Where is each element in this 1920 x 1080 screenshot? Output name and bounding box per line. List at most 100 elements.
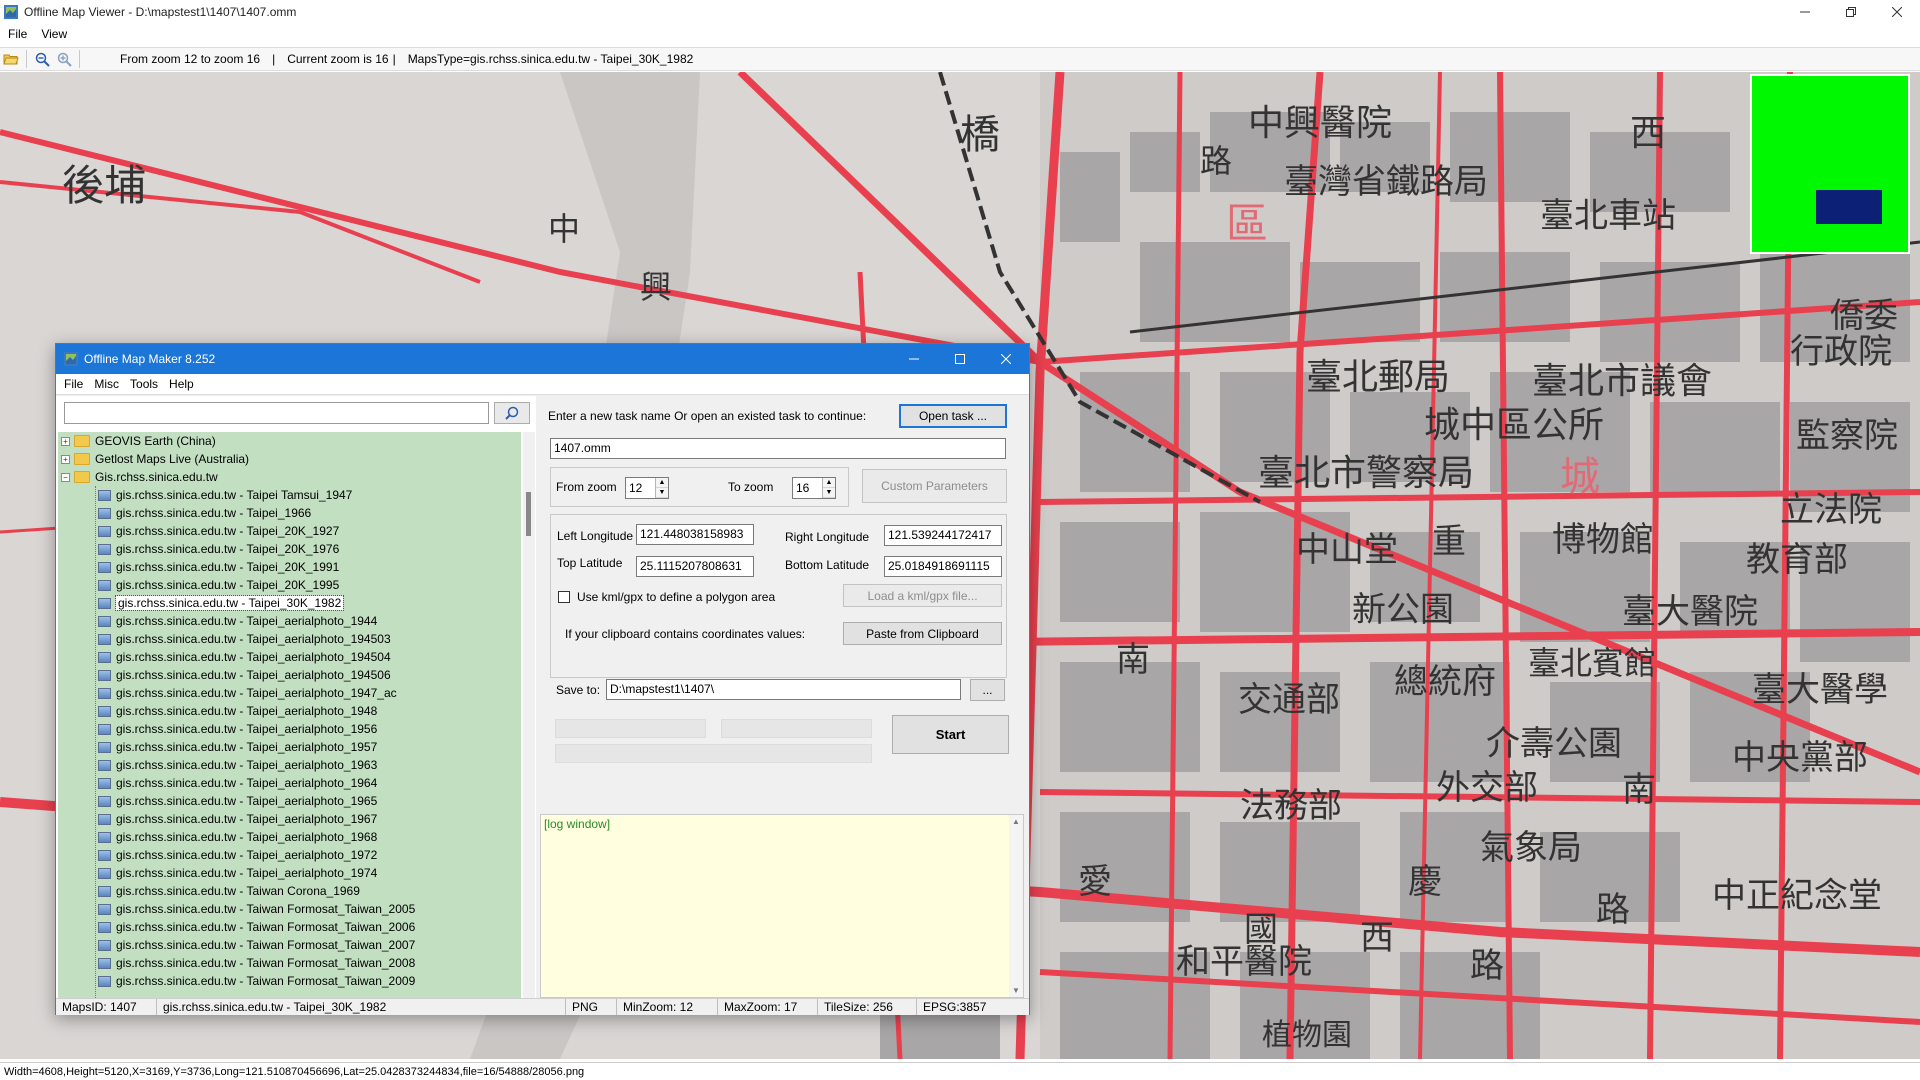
to-zoom-spinner[interactable]: 16 ▲ ▼ bbox=[792, 477, 836, 499]
map-tile-icon bbox=[98, 489, 111, 501]
tree-group-getlost[interactable]: + Getlost Maps Live (Australia) bbox=[58, 450, 521, 468]
save-path-field[interactable]: D:\mapstest1\1407\ bbox=[606, 679, 961, 700]
tree-map-item[interactable]: gis.rchss.sinica.edu.tw - Taipei_20K_192… bbox=[58, 522, 521, 540]
spinner-arrows[interactable]: ▲ ▼ bbox=[822, 478, 835, 498]
scrollbar-thumb[interactable] bbox=[526, 492, 531, 536]
chevron-down-icon[interactable]: ▼ bbox=[1012, 986, 1020, 995]
tree-map-item[interactable]: gis.rchss.sinica.edu.tw - Taipei_aerialp… bbox=[58, 810, 521, 828]
spinner-arrows[interactable]: ▲ ▼ bbox=[655, 478, 668, 498]
open-folder-button[interactable] bbox=[0, 49, 22, 69]
restore-button[interactable] bbox=[1828, 0, 1874, 24]
menu-file[interactable]: File bbox=[8, 27, 27, 41]
map-label: 臺北郵局 bbox=[1306, 357, 1451, 398]
tree-map-item[interactable]: gis.rchss.sinica.edu.tw - Taipei_aerialp… bbox=[58, 612, 521, 630]
zoom-out-icon bbox=[35, 52, 50, 67]
tree-map-item[interactable]: gis.rchss.sinica.edu.tw - Taiwan Formosa… bbox=[58, 918, 521, 936]
tree-map-item[interactable]: gis.rchss.sinica.edu.tw - Taiwan Formosa… bbox=[58, 936, 521, 954]
task-name-field[interactable]: 1407.omm bbox=[550, 438, 1006, 459]
left-longitude-field[interactable]: 121.448038158983 bbox=[636, 524, 754, 545]
zoom-in-icon bbox=[57, 52, 72, 67]
tree-map-item[interactable]: gis.rchss.sinica.edu.tw - Taipei_aerialp… bbox=[58, 738, 521, 756]
dialog-minimize-button[interactable] bbox=[891, 344, 937, 374]
chevron-up-icon[interactable]: ▲ bbox=[1012, 817, 1020, 826]
log-scrollbar[interactable]: ▲ ▼ bbox=[1009, 815, 1023, 997]
bottom-latitude-label: Bottom Latitude bbox=[785, 558, 870, 572]
minimize-button[interactable] bbox=[1782, 0, 1828, 24]
chevron-down-icon[interactable]: ▼ bbox=[823, 488, 835, 498]
tree-map-item[interactable]: gis.rchss.sinica.edu.tw - Taipei_aerialp… bbox=[58, 828, 521, 846]
menu-view[interactable]: View bbox=[41, 27, 67, 41]
search-button[interactable] bbox=[494, 402, 530, 424]
open-task-button[interactable]: Open task ... bbox=[899, 404, 1007, 428]
tree-map-item[interactable]: gis.rchss.sinica.edu.tw - Taipei_20K_197… bbox=[58, 540, 521, 558]
tree-map-item[interactable]: gis.rchss.sinica.edu.tw - Taipei_aerialp… bbox=[58, 864, 521, 882]
chevron-up-icon[interactable]: ▲ bbox=[823, 478, 835, 488]
tree-map-item[interactable]: gis.rchss.sinica.edu.tw - Taiwan Formosa… bbox=[58, 900, 521, 918]
tree-map-item[interactable]: gis.rchss.sinica.edu.tw - Taipei_aerialp… bbox=[58, 666, 521, 684]
dialog-menu-file[interactable]: File bbox=[64, 377, 83, 391]
tree-map-item[interactable]: gis.rchss.sinica.edu.tw - Taipei_aerialp… bbox=[58, 648, 521, 666]
main-menubar: File View bbox=[0, 24, 1920, 44]
bottom-latitude-field[interactable]: 25.0184918691115 bbox=[884, 556, 1002, 577]
tree-map-item[interactable]: gis.rchss.sinica.edu.tw - Taipei_aerialp… bbox=[58, 702, 521, 720]
zoom-out-button[interactable] bbox=[31, 49, 53, 69]
minimap-viewport[interactable] bbox=[1816, 190, 1882, 224]
tree-group-label: GEOVIS Earth (China) bbox=[95, 434, 216, 448]
tree-item-label: gis.rchss.sinica.edu.tw - Taipei_aerialp… bbox=[116, 794, 378, 808]
use-kml-checkbox[interactable] bbox=[558, 591, 570, 603]
log-window[interactable]: [log window] ▲ ▼ bbox=[540, 814, 1024, 998]
expand-icon[interactable]: + bbox=[61, 436, 70, 446]
browse-button[interactable]: ... bbox=[970, 679, 1005, 701]
dialog-menu-misc[interactable]: Misc bbox=[94, 377, 119, 391]
dialog-menu-help[interactable]: Help bbox=[169, 377, 194, 391]
tree-map-item[interactable]: gis.rchss.sinica.edu.tw - Taipei_aerialp… bbox=[58, 792, 521, 810]
expand-icon[interactable]: + bbox=[61, 454, 70, 464]
tree-group-sinica[interactable]: − Gis.rchss.sinica.edu.tw bbox=[58, 468, 521, 486]
custom-parameters-button[interactable]: Custom Parameters bbox=[862, 469, 1007, 503]
map-label: 植物園 bbox=[1262, 1018, 1352, 1053]
tree-map-item[interactable]: gis.rchss.sinica.edu.tw - Taipei Tamsui_… bbox=[58, 486, 521, 504]
map-tile-icon bbox=[98, 957, 111, 969]
map-tile-icon bbox=[98, 579, 111, 591]
chevron-down-icon[interactable]: ▼ bbox=[656, 488, 668, 498]
load-kml-button[interactable]: Load a kml/gpx file... bbox=[843, 584, 1002, 607]
tree-map-item[interactable]: gis.rchss.sinica.edu.tw - Taipei_aerialp… bbox=[58, 774, 521, 792]
tree-item-label: gis.rchss.sinica.edu.tw - Taiwan Formosa… bbox=[116, 956, 416, 970]
map-tile-icon bbox=[98, 813, 111, 825]
app-icon bbox=[4, 5, 18, 19]
tree-map-item[interactable]: gis.rchss.sinica.edu.tw - Taipei_aerialp… bbox=[58, 756, 521, 774]
dialog-menu-tools[interactable]: Tools bbox=[130, 377, 158, 391]
window-controls bbox=[1782, 0, 1920, 24]
from-zoom-spinner[interactable]: 12 ▲ ▼ bbox=[625, 477, 669, 499]
minimap[interactable] bbox=[1750, 74, 1910, 254]
tree-scrollbar[interactable] bbox=[523, 432, 535, 998]
tree-map-item[interactable]: gis.rchss.sinica.edu.tw - Taipei_aerialp… bbox=[58, 630, 521, 648]
tree-group-geovis[interactable]: + GEOVIS Earth (China) bbox=[58, 432, 521, 450]
window-title: Offline Map Viewer - D:\mapstest1\1407\1… bbox=[24, 5, 297, 19]
search-input[interactable] bbox=[64, 402, 489, 424]
dialog-close-button[interactable] bbox=[983, 344, 1029, 374]
chevron-up-icon[interactable]: ▲ bbox=[656, 478, 668, 488]
tree-item-label: gis.rchss.sinica.edu.tw - Taiwan Formosa… bbox=[116, 938, 416, 952]
tree-map-item[interactable]: gis.rchss.sinica.edu.tw - Taiwan Formosa… bbox=[58, 972, 521, 990]
tree-map-item[interactable]: gis.rchss.sinica.edu.tw - Taipei_aerialp… bbox=[58, 684, 521, 702]
search-icon bbox=[505, 406, 519, 420]
tree-map-item[interactable]: gis.rchss.sinica.edu.tw - Taipei_1966 bbox=[58, 504, 521, 522]
zoom-in-button[interactable] bbox=[53, 49, 75, 69]
close-button[interactable] bbox=[1874, 0, 1920, 24]
right-longitude-field[interactable]: 121.539244172417 bbox=[884, 525, 1002, 546]
tree-map-item[interactable]: gis.rchss.sinica.edu.tw - Taipei_20K_199… bbox=[58, 558, 521, 576]
start-button[interactable]: Start bbox=[892, 715, 1009, 754]
tree-map-item[interactable]: gis.rchss.sinica.edu.tw - Taipei_aerialp… bbox=[58, 720, 521, 738]
tree-map-item[interactable]: gis.rchss.sinica.edu.tw - Taiwan Formosa… bbox=[58, 954, 521, 972]
map-tile-icon bbox=[98, 777, 111, 789]
tree-map-item[interactable]: gis.rchss.sinica.edu.tw - Taipei_30K_198… bbox=[58, 594, 521, 612]
tree-map-item[interactable]: gis.rchss.sinica.edu.tw - Taiwan Corona_… bbox=[58, 882, 521, 900]
tree-map-item[interactable]: gis.rchss.sinica.edu.tw - Taipei_aerialp… bbox=[58, 846, 521, 864]
top-latitude-field[interactable]: 25.1115207808631 bbox=[636, 556, 754, 577]
dialog-maximize-button[interactable] bbox=[937, 344, 983, 374]
collapse-icon[interactable]: − bbox=[61, 472, 70, 482]
tree-map-item[interactable]: gis.rchss.sinica.edu.tw - Taipei_20K_199… bbox=[58, 576, 521, 594]
map-source-tree[interactable]: + GEOVIS Earth (China) + Getlost Maps Li… bbox=[58, 432, 521, 998]
paste-clipboard-button[interactable]: Paste from Clipboard bbox=[843, 622, 1002, 645]
